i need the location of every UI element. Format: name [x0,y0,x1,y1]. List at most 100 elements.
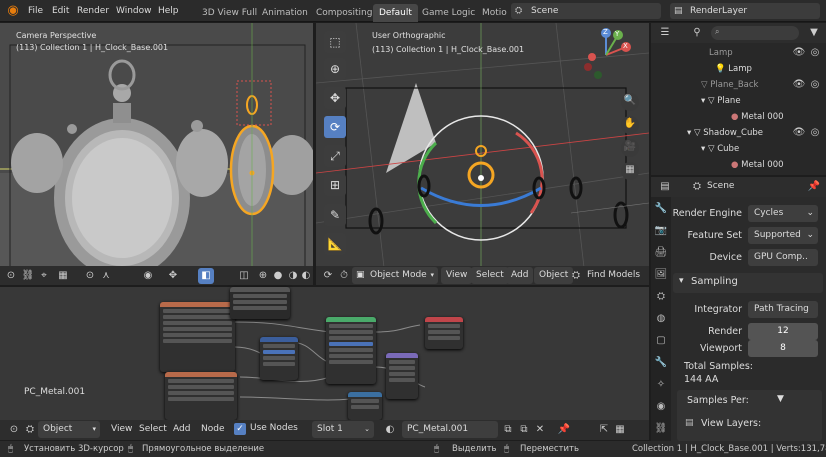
tab-game-logic[interactable]: Game Logic [416,4,481,22]
outliner-row-plane[interactable]: ▾ ▽ Plane [701,93,741,109]
blender-logo-icon[interactable]: ◉ [4,3,22,19]
material-browse-icon[interactable]: ◐ [382,422,398,438]
integrator-dropdown[interactable]: Path Tracing [748,301,818,318]
node-material-output[interactable] [425,317,463,349]
node-node-menu[interactable]: Node [196,421,230,438]
editor-type-icon[interactable]: ⟳ [320,268,336,284]
outliner-editor-icon[interactable]: ☰ [657,25,673,41]
eye-icon[interactable]: 👁 [791,77,807,93]
object-mode-dropdown[interactable]: ▣ Object Mode ▾ [352,267,438,284]
pin-icon[interactable]: 📌 [806,179,822,195]
render-engine-dropdown[interactable]: Cycles ⌄ [748,205,818,222]
material-name-field[interactable]: PC_Metal.001 [402,421,498,438]
shading-wireframe-icon[interactable]: ⊕ [255,268,271,284]
shader-type-icon[interactable]: ⛭ [22,422,38,438]
device-dropdown[interactable]: GPU Comp.. ⌄ [748,249,818,266]
xray-icon[interactable]: ◫ [236,268,252,284]
node-add-menu[interactable]: Add [168,421,195,438]
overlay-icon[interactable]: ◧ [198,268,214,284]
grid-view-icon[interactable]: ▦ [621,162,639,180]
tab-compositing[interactable]: Compositing [310,4,378,22]
node-texture[interactable] [230,287,290,319]
node-principled-bsdf[interactable] [326,317,376,384]
link-icon[interactable]: ⛓ [20,268,36,284]
tab-3d-view-full[interactable]: 3D View Full [196,4,263,22]
move-tool-icon[interactable]: ✥ [324,87,346,109]
select-box-tool-icon[interactable]: ⬚ [324,31,346,53]
sampling-panel-header[interactable]: ▾ Sampling [673,273,823,293]
find-models-button[interactable]: Find Models [582,267,645,284]
menu-edit[interactable]: Edit [52,0,69,22]
scene-selector[interactable]: ⛭ Scene [511,3,661,19]
view-layer-tab-icon[interactable]: 🖼 [653,267,669,283]
outliner-search-input[interactable]: ⌕ [711,26,799,40]
camera-restrict-icon[interactable]: ◎ [807,125,823,141]
node-bsdf-input[interactable] [160,302,235,372]
use-nodes-checkbox[interactable]: ✓ [234,423,246,435]
pivot-icon[interactable]: ⊙ [3,268,19,284]
node-editor[interactable]: PC_Metal.001 [0,287,649,420]
menu-render[interactable]: Render [77,0,109,22]
camera-view-icon[interactable]: 🎥 [621,139,639,157]
camera-restrict-icon[interactable]: ◎ [807,45,823,61]
gizmo-icon[interactable]: ✥ [165,268,181,284]
filter-icon[interactable]: ⚲ [689,25,705,41]
snap-node-icon[interactable]: ⇱ [596,422,612,438]
outliner-row-plane-back[interactable]: ▽ Plane_Back [701,77,758,93]
outliner-row-cube[interactable]: ▾ ▽ Cube [701,141,739,157]
snap-icon[interactable]: ⌖ [36,268,52,284]
camera-viewport[interactable]: Camera Perspective (113) Collection 1 | … [0,23,313,285]
shader-object-dropdown[interactable]: Object ▾ [38,421,100,438]
eye-icon[interactable]: 👁 [791,125,807,141]
outliner-row-metal-2[interactable]: ● Metal 000 [731,157,784,173]
menu-file[interactable]: File [28,0,43,22]
rotate-tool-icon[interactable]: ⟳ [324,116,346,138]
outliner-row-metal-1[interactable]: ● Metal 000 [731,109,784,125]
fake-user-icon[interactable]: ⧉ [500,422,516,438]
annotate-tool-icon[interactable]: ✎ [324,204,346,226]
duplicate-icon[interactable]: ⧉ [516,422,532,438]
node-mix-shader[interactable] [386,353,418,399]
pin-icon[interactable]: 📌 [556,422,572,438]
outliner-row-shadow-cube[interactable]: ▾ ▽ Shadow_Cube [687,125,763,141]
visibility-icon[interactable]: ◉ [140,268,156,284]
outliner-filter-icon[interactable]: ▼ [806,25,822,41]
unlink-icon[interactable]: ✕ [532,422,548,438]
eye-icon[interactable]: 👁 [791,45,807,61]
render-samples-field[interactable]: 12 [748,323,818,340]
pan-hand-icon[interactable]: ✋ [621,116,639,134]
node-editor-type-icon[interactable]: ⊙ [6,422,22,438]
node-image-texture[interactable] [165,372,237,420]
tab-motion[interactable]: Motio [476,4,513,22]
feature-set-dropdown[interactable]: Supported ⌄ [748,227,818,244]
node-math[interactable] [260,337,298,380]
transform-tool-icon[interactable]: ⊞ [324,174,346,196]
snap-grid-icon[interactable]: ▦ [612,422,628,438]
add-menu[interactable]: Add [506,267,534,284]
node-select-menu[interactable]: Select [134,421,172,438]
shading-solid-icon[interactable]: ● [270,268,286,284]
outliner-row-lamp-data[interactable]: 💡 Lamp [715,61,752,77]
clock-icon[interactable]: ⏱ [336,268,352,284]
camera-restrict-icon[interactable]: ◎ [807,77,823,93]
tab-animation[interactable]: Animation [256,4,314,22]
navigation-gizmo[interactable]: Z X Y [576,27,636,82]
select-menu[interactable]: Select [471,267,509,284]
tab-default[interactable]: Default [373,4,418,22]
node-color-ramp[interactable] [348,392,382,420]
scale-tool-icon[interactable]: ⤢ [324,145,346,167]
measure-tool-icon[interactable]: 📐 [324,233,346,255]
zoom-icon[interactable]: 🔍 [621,93,639,111]
constraint-tab-icon[interactable]: ⛓ [653,421,669,437]
render-layer-selector[interactable]: ▤ RenderLayer [670,3,820,19]
slot-dropdown[interactable]: Slot 1 ⌄ [312,421,374,438]
cursor-tool-icon[interactable]: ⊕ [324,58,346,80]
falloff-icon[interactable]: ⋏ [98,268,114,284]
node-view-menu[interactable]: View [106,421,137,438]
shading-rendered-icon[interactable]: ◐ [298,268,313,284]
viewport-samples-field[interactable]: 8 [748,340,818,357]
snap-grid-icon[interactable]: ▦ [55,268,71,284]
menu-help[interactable]: Help [158,0,179,22]
proportional-icon[interactable]: ⊙ [82,268,98,284]
samples-per-dropdown-icon[interactable]: ▼ [777,394,784,404]
